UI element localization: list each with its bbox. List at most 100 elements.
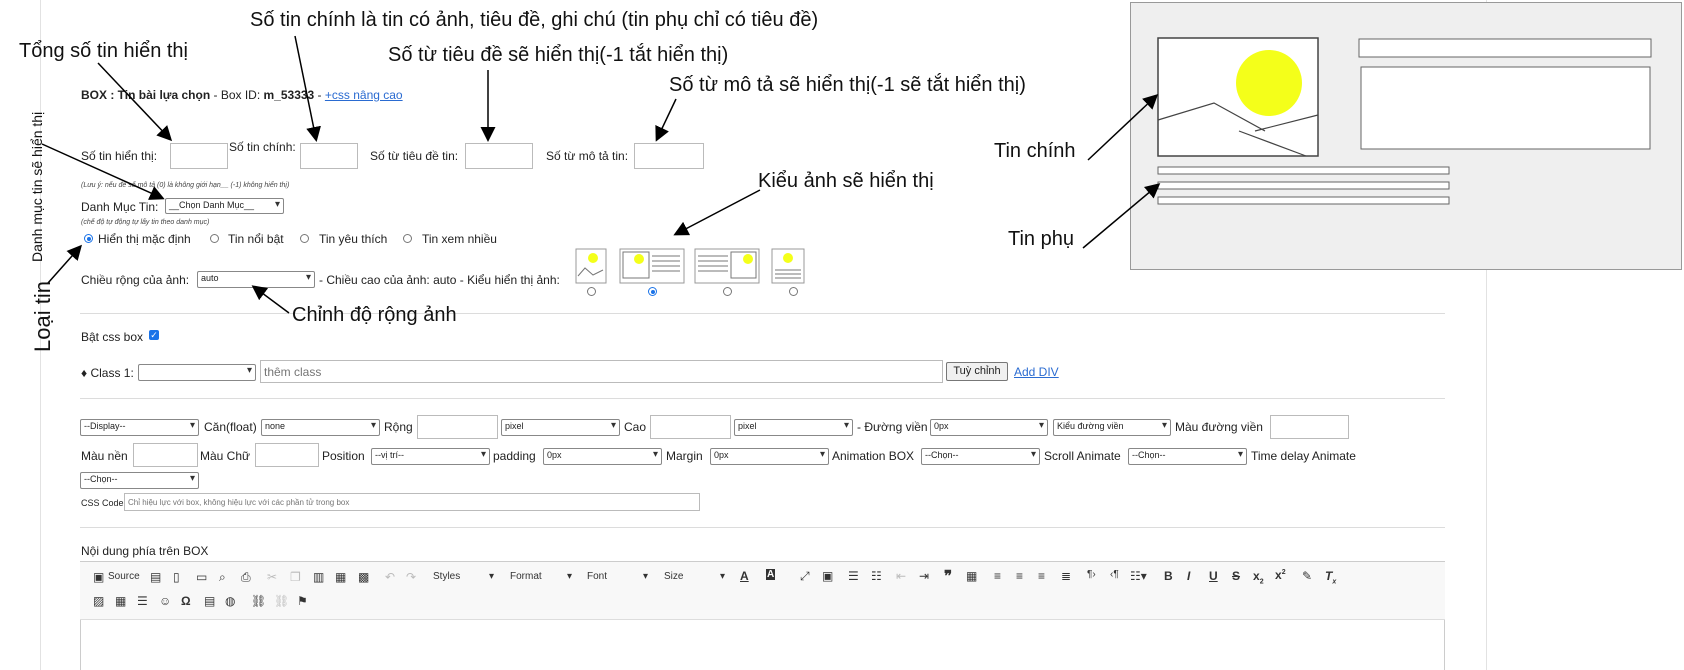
class-select[interactable] (138, 364, 256, 381)
link-icon[interactable]: ⛓ (251, 594, 266, 608)
image-style-thumb-3[interactable] (694, 248, 760, 284)
div-container-icon[interactable]: ▦ (966, 569, 977, 583)
styles-dropdown-arrow-icon[interactable]: ▾ (489, 571, 494, 582)
maximize-icon[interactable]: ⤢ (800, 569, 810, 584)
indent-icon[interactable]: ⇥ (919, 569, 929, 583)
globe-icon[interactable]: ◍ (225, 594, 235, 608)
border-width-select[interactable]: 0px (930, 419, 1048, 436)
source-icon[interactable]: ▣ (93, 570, 104, 584)
paste-word-icon[interactable]: ▩ (358, 570, 369, 584)
blockquote-icon[interactable]: ❞ (944, 567, 952, 585)
superscript-icon[interactable]: x2 (1275, 568, 1286, 582)
format-dropdown[interactable]: Format (510, 571, 542, 582)
news-type-mostviewed-radio[interactable] (403, 234, 412, 243)
css-box-checkbox[interactable]: ✓ (149, 330, 159, 340)
height-input[interactable] (650, 415, 731, 439)
print-icon[interactable]: ⎙ (241, 570, 251, 585)
iframe-icon[interactable]: ▤ (204, 594, 215, 608)
size-dropdown[interactable]: Size (664, 571, 683, 582)
smiley-icon[interactable]: ☺ (159, 594, 171, 608)
align-left-icon[interactable]: ≡ (994, 569, 1001, 583)
align-right-icon[interactable]: ≡ (1038, 569, 1045, 583)
background-color-input[interactable] (133, 443, 198, 467)
styles-dropdown[interactable]: Styles (433, 571, 460, 582)
css-code-input[interactable] (124, 493, 700, 511)
news-type-favorite-radio[interactable] (300, 234, 309, 243)
text-color-input[interactable] (255, 443, 319, 467)
main-count-input[interactable] (300, 143, 358, 169)
text-color-icon[interactable]: A (740, 569, 749, 583)
border-color-input[interactable] (1270, 415, 1349, 439)
width-input[interactable] (417, 415, 498, 439)
news-type-default-radio[interactable] (84, 234, 93, 243)
copy-icon[interactable]: ❐ (290, 570, 301, 584)
bg-color-icon[interactable]: A (766, 569, 776, 580)
title-words-input[interactable] (465, 143, 533, 169)
image-style-thumb-4[interactable] (771, 248, 805, 284)
undo-icon[interactable]: ↶ (385, 570, 395, 584)
numbered-list-icon[interactable]: ☰ (848, 569, 859, 583)
subscript-icon[interactable]: x2 (1253, 569, 1264, 585)
special-char-icon[interactable]: Ω (181, 594, 191, 608)
image-style-radio-2[interactable] (648, 287, 657, 296)
desc-words-input[interactable] (634, 143, 704, 169)
display-select[interactable]: --Display-- (80, 419, 199, 436)
news-type-featured-radio[interactable] (210, 234, 219, 243)
template-icon[interactable]: ▭ (196, 570, 207, 584)
border-style-select[interactable]: Kiểu đường viền (1053, 419, 1171, 436)
font-dropdown-arrow-icon[interactable]: ▾ (643, 571, 648, 582)
image-icon[interactable]: ▨ (93, 594, 104, 608)
copy-format-icon[interactable]: ✎ (1302, 569, 1312, 583)
underline-icon[interactable]: U (1209, 569, 1218, 583)
anchor-flag-icon[interactable]: ⚑ (297, 594, 308, 608)
source-button[interactable]: Source (108, 571, 140, 582)
redo-icon[interactable]: ↷ (406, 570, 416, 584)
ltr-icon[interactable]: ¶› (1087, 569, 1096, 580)
image-style-radio-3[interactable] (723, 287, 732, 296)
preview-icon[interactable]: ⌕ (219, 570, 226, 585)
image-style-thumb-2[interactable] (619, 248, 685, 284)
size-dropdown-arrow-icon[interactable]: ▾ (720, 571, 725, 582)
bold-icon[interactable]: B (1164, 569, 1173, 583)
total-count-input[interactable] (170, 143, 228, 169)
font-dropdown[interactable]: Font (587, 571, 607, 582)
time-delay-select[interactable]: --Chọn-- (80, 472, 199, 489)
rtl-icon[interactable]: ‹¶ (1110, 569, 1119, 580)
italic-icon[interactable]: I (1187, 569, 1190, 583)
bulleted-list-icon[interactable]: ☷ (871, 569, 882, 583)
animation-label: Animation BOX (832, 449, 915, 463)
cut-icon[interactable]: ✂ (267, 570, 277, 584)
unlink-icon[interactable]: ⛓ (274, 594, 289, 608)
justify-icon[interactable]: ≣ (1061, 569, 1071, 583)
horizontal-line-icon[interactable]: ☰ (137, 594, 148, 608)
margin-select[interactable]: 0px (710, 448, 829, 465)
float-select[interactable]: none (261, 419, 380, 436)
category-select[interactable]: __Chọn Danh Mục__ (165, 198, 284, 214)
strikethrough-icon[interactable]: S (1232, 569, 1240, 583)
language-icon[interactable]: ☷▾ (1130, 569, 1147, 583)
align-center-icon[interactable]: ≡ (1016, 569, 1023, 583)
class-input[interactable] (260, 360, 943, 383)
width-unit-select[interactable]: pixel (501, 419, 620, 436)
customize-button[interactable]: Tuỳ chỉnh (946, 362, 1008, 381)
outdent-icon[interactable]: ⇤ (896, 569, 906, 583)
image-style-thumb-1[interactable] (575, 248, 607, 284)
image-style-radio-4[interactable] (789, 287, 798, 296)
paste-text-icon[interactable]: ▦ (335, 570, 346, 584)
table-icon[interactable]: ▦ (115, 594, 126, 608)
format-dropdown-arrow-icon[interactable]: ▾ (567, 571, 572, 582)
add-div-link[interactable]: Add DIV (1014, 365, 1059, 379)
animation-select[interactable]: --Chọn-- (921, 448, 1040, 465)
padding-select[interactable]: 0px (543, 448, 662, 465)
image-width-select[interactable]: auto (197, 271, 315, 288)
save-icon[interactable]: ▤ (150, 570, 161, 584)
position-select[interactable]: --vị trí-- (371, 448, 490, 465)
paste-icon[interactable]: ▥ (313, 570, 324, 584)
remove-format-icon[interactable]: Tx (1325, 569, 1336, 585)
height-unit-select[interactable]: pixel (734, 419, 853, 436)
new-page-icon[interactable]: ▯ (173, 570, 180, 584)
advanced-css-link[interactable]: +css nâng cao (325, 88, 403, 102)
image-style-radio-1[interactable] (587, 287, 596, 296)
scroll-animate-select[interactable]: --Chọn-- (1128, 448, 1247, 465)
show-blocks-icon[interactable]: ▣ (822, 569, 833, 583)
